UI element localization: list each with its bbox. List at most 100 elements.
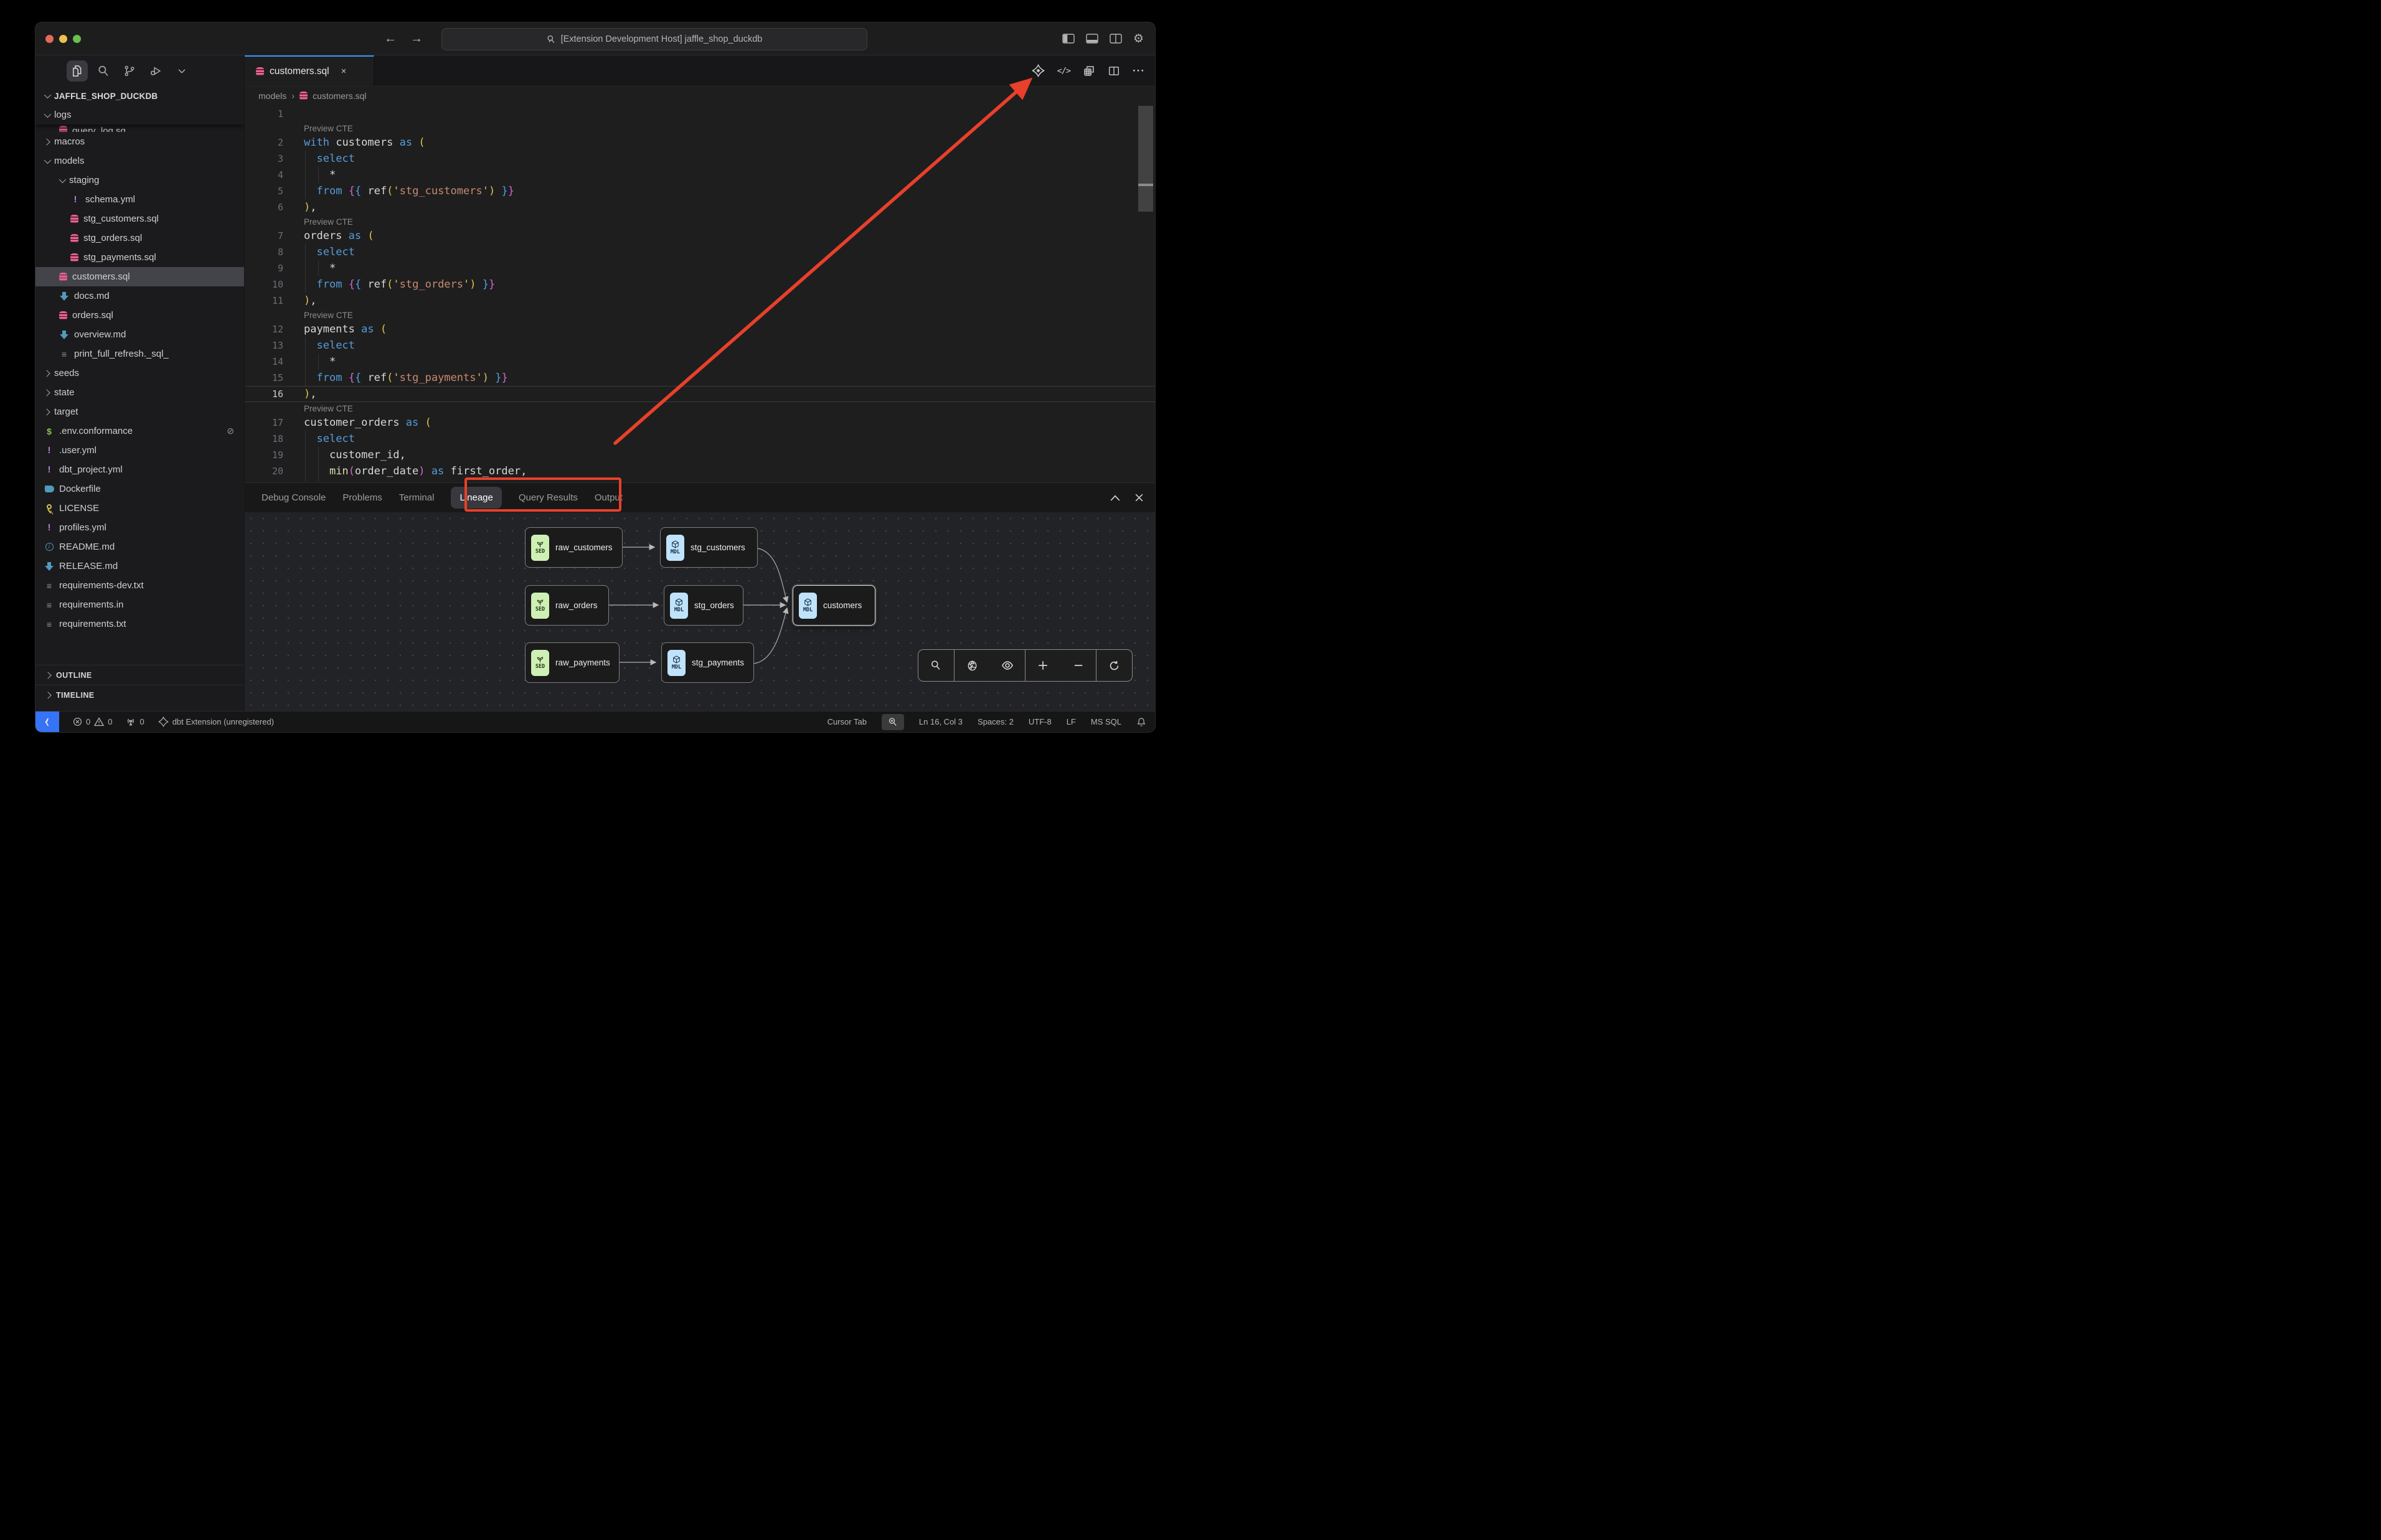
tree-item-customers-selected[interactable]: customers.sql [35, 267, 244, 286]
source-control-icon[interactable] [119, 60, 140, 82]
breadcrumb-file[interactable]: customers.sql [313, 91, 366, 101]
lineage-node-raw-orders[interactable]: SED raw_orders [525, 585, 609, 626]
cursor-position-status[interactable]: Ln 16, Col 3 [919, 717, 963, 726]
database-icon [70, 234, 78, 243]
close-window-button[interactable] [45, 35, 54, 43]
tree-item-staging[interactable]: staging [35, 171, 244, 190]
tree-item-requirements-dev[interactable]: ≡requirements-dev.txt [35, 576, 244, 595]
lineage-node-customers[interactable]: MDL customers [793, 585, 875, 626]
search-view-icon[interactable] [93, 60, 114, 82]
lineage-zoom-out-icon[interactable] [1061, 650, 1096, 681]
tab-customers-sql[interactable]: customers.sql × [245, 55, 374, 86]
settings-gear-icon[interactable]: ⚙ [1133, 33, 1144, 45]
maximize-panel-icon[interactable] [1110, 494, 1121, 502]
tree-item-overview-md[interactable]: overview.md [35, 325, 244, 344]
nav-back-icon[interactable]: ← [384, 32, 397, 46]
lineage-canvas[interactable]: SED raw_customers MDL stg_customers [245, 512, 1155, 711]
tree-item-logs[interactable]: logs [35, 105, 244, 124]
tree-item-user-yml[interactable]: !.user.yml [35, 441, 244, 460]
tree-item-stg-payments[interactable]: stg_payments.sql [35, 248, 244, 267]
tree-item-stg-orders[interactable]: stg_orders.sql [35, 228, 244, 248]
tree-item-dockerfile[interactable]: Dockerfile [35, 479, 244, 499]
tree-item-state[interactable]: state [35, 383, 244, 402]
split-editor-icon[interactable] [1108, 65, 1120, 77]
nav-forward-icon[interactable]: → [410, 32, 423, 46]
lineage-node-stg-customers[interactable]: MDL stg_customers [660, 527, 758, 568]
tree-item-release-md[interactable]: RELEASE.md [35, 556, 244, 576]
tree-item-requirements-txt[interactable]: ≡requirements.txt [35, 614, 244, 634]
toggle-panel-icon[interactable] [1086, 34, 1098, 44]
tree-item-models[interactable]: models [35, 151, 244, 171]
lineage-visibility-icon[interactable] [989, 650, 1025, 681]
tab-debug-console[interactable]: Debug Console [262, 492, 326, 503]
more-views-chevron-icon[interactable] [171, 60, 192, 82]
query-results-table-icon[interactable] [1083, 65, 1095, 77]
minimize-window-button[interactable] [59, 35, 67, 43]
command-center-search[interactable]: [Extension Development Host] jaffle_shop… [441, 28, 867, 50]
screencast-zoom-icon[interactable] [882, 714, 904, 730]
breadcrumb[interactable]: models › customers.sql [245, 87, 1155, 105]
tree-item-requirements-in[interactable]: ≡requirements.in [35, 595, 244, 614]
editor-scrollbar[interactable] [1138, 106, 1153, 212]
lineage-node-stg-orders[interactable]: MDL stg_orders [664, 585, 743, 626]
toggle-sidebar-icon[interactable] [1062, 34, 1075, 44]
project-root-folder[interactable]: JAFFLE_SHOP_DUCKDB [35, 87, 244, 105]
maximize-window-button[interactable] [73, 35, 81, 43]
codelens-preview-cte[interactable]: Preview CTE [245, 309, 1155, 321]
timeline-section[interactable]: TIMELINE [35, 685, 244, 705]
code-editor[interactable]: 1 Preview CTE 2with customers as ( 3 sel… [245, 105, 1155, 482]
tree-item-profiles-yml[interactable]: !profiles.yml [35, 518, 244, 537]
codelens-preview-cte[interactable]: Preview CTE [245, 215, 1155, 228]
explorer-view-icon[interactable] [67, 60, 88, 82]
lineage-node-stg-payments[interactable]: MDL stg_payments [661, 642, 754, 683]
problems-status[interactable]: 0 0 [73, 717, 112, 726]
lineage-node-raw-payments[interactable]: SED raw_payments [525, 642, 620, 683]
remote-indicator[interactable] [35, 711, 59, 732]
line-number: 1 [245, 108, 283, 120]
run-debug-icon[interactable] [145, 60, 166, 82]
split-layout-icon[interactable] [1110, 34, 1122, 44]
compiled-code-icon[interactable]: </> [1057, 66, 1070, 76]
tree-item-target[interactable]: target [35, 402, 244, 421]
codelens-preview-cte[interactable]: Preview CTE [245, 122, 1155, 134]
tree-item-dbt-project-yml[interactable]: !dbt_project.yml [35, 460, 244, 479]
outline-section[interactable]: OUTLINE [35, 665, 244, 685]
tree-item-env-conformance[interactable]: $.env.conformance⊘ [35, 421, 244, 441]
tree-item-query-log-clipped[interactable]: query_log.sq. [35, 124, 244, 132]
dbt-extension-status[interactable]: dbt Extension (unregistered) [158, 716, 274, 727]
close-panel-icon[interactable] [1134, 493, 1144, 502]
lineage-search-icon[interactable] [918, 650, 954, 681]
explorer-sidebar: JAFFLE_SHOP_DUCKDB logs query_log.sq. ma… [35, 55, 245, 711]
eol-status[interactable]: LF [1067, 717, 1076, 726]
tree-item-readme-md[interactable]: iREADME.md [35, 537, 244, 556]
indentation-status[interactable]: Spaces: 2 [978, 717, 1014, 726]
tree-item-seeds[interactable]: seeds [35, 364, 244, 383]
encoding-status[interactable]: UTF-8 [1029, 717, 1052, 726]
tab-terminal[interactable]: Terminal [399, 492, 435, 503]
codelens-preview-cte[interactable]: Preview CTE [245, 402, 1155, 415]
tree-item-macros[interactable]: macros [35, 132, 244, 151]
breadcrumb-models[interactable]: models [258, 91, 286, 101]
tree-item-stg-customers[interactable]: stg_customers.sql [35, 209, 244, 228]
tree-item-print-full-refresh[interactable]: ≡print_full_refresh._sql_ [35, 344, 244, 364]
line-number: 6 [245, 202, 283, 213]
notifications-bell-icon[interactable] [1136, 717, 1146, 727]
tree-item-license[interactable]: LICENSE [35, 499, 244, 518]
line-number: 8 [245, 246, 283, 258]
tab-problems[interactable]: Problems [342, 492, 382, 503]
cursor-tab-status[interactable]: Cursor Tab [827, 717, 867, 726]
lineage-refresh-icon[interactable] [1096, 650, 1132, 681]
close-tab-icon[interactable]: × [341, 66, 347, 77]
tree-item-docs-md[interactable]: docs.md [35, 286, 244, 306]
ports-status[interactable]: 0 [126, 717, 144, 727]
tree-item-schema-yml[interactable]: !schema.yml [35, 190, 244, 209]
lineage-node-raw-customers[interactable]: SED raw_customers [525, 527, 623, 568]
language-mode-status[interactable]: MS SQL [1091, 717, 1121, 726]
tree-item-orders-sql[interactable]: orders.sql [35, 306, 244, 325]
shell-file-icon: $ [44, 426, 54, 436]
radio-tower-icon [126, 717, 136, 727]
lineage-snapshot-icon[interactable] [954, 650, 990, 681]
lineage-zoom-in-icon[interactable] [1025, 650, 1061, 681]
more-actions-icon[interactable]: ··· [1133, 65, 1145, 77]
dbt-power-user-icon[interactable] [1032, 64, 1045, 77]
